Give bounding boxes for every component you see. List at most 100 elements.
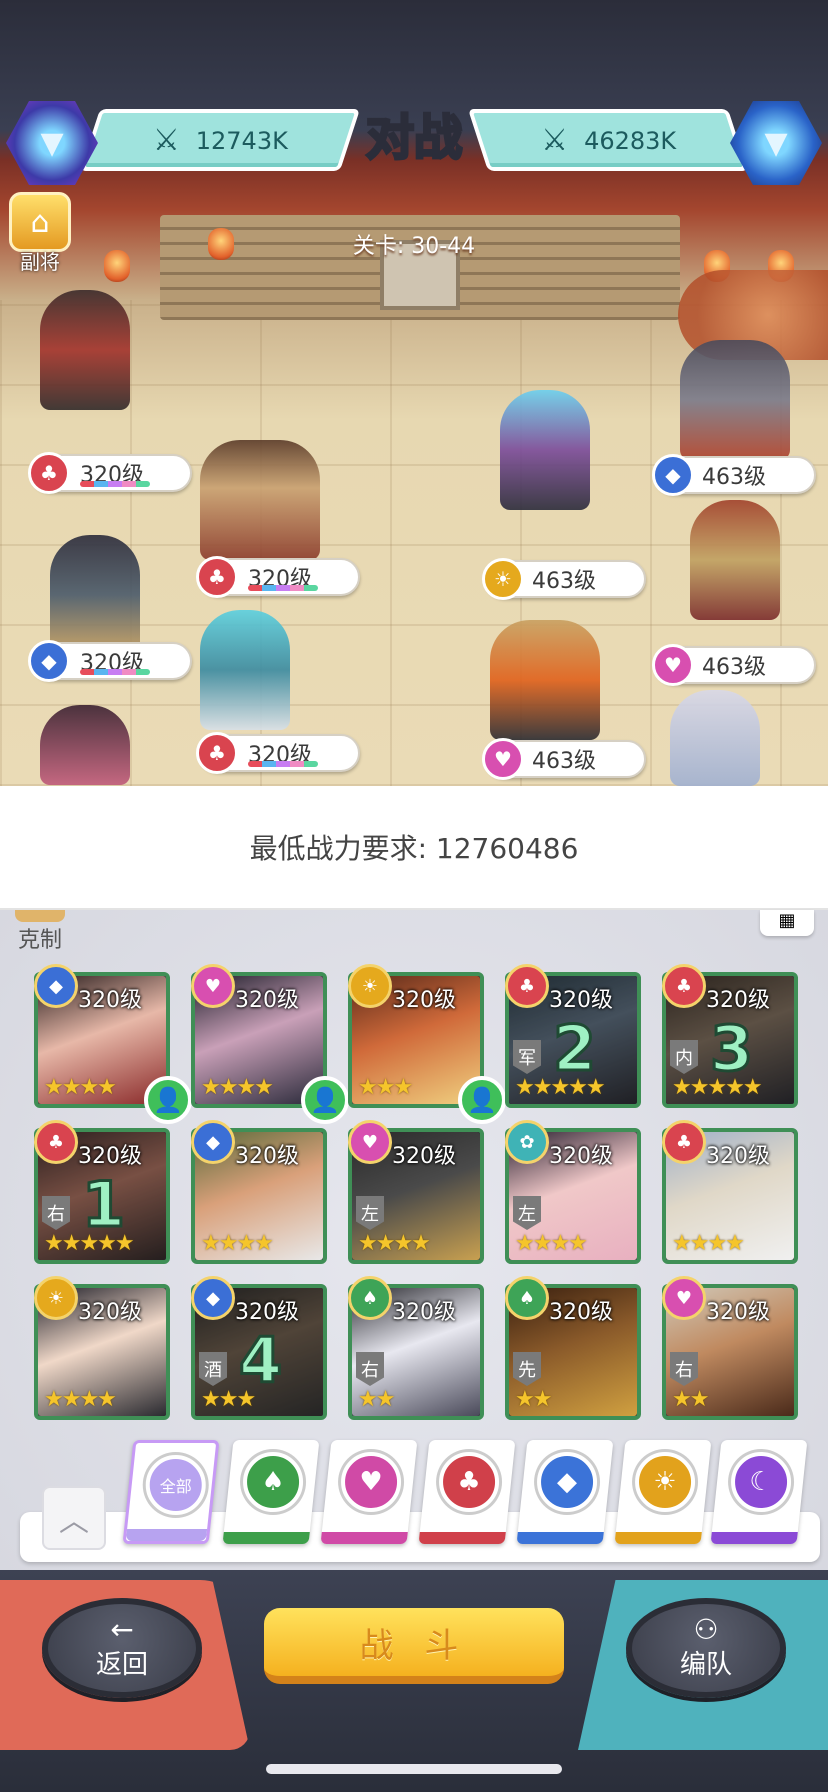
star-rating: ★★	[672, 1387, 709, 1412]
filter-tab-yellow[interactable]: ☀	[614, 1440, 712, 1544]
hero-card-level: 320级	[78, 1300, 142, 1325]
yellow-faction-icon: ☀	[34, 1276, 78, 1320]
enemy-level-badge: ☀ 463级	[482, 558, 646, 600]
star-rating: ★★	[515, 1387, 552, 1412]
right-hero-figure[interactable]	[680, 340, 790, 460]
hero-card[interactable]: ◆ 320级 ★★★★	[191, 1120, 327, 1264]
hero-card[interactable]: ♣ 320级内 3 ★★★★★	[662, 964, 798, 1108]
left-hero-figure[interactable]	[200, 440, 320, 560]
left-hero-figure[interactable]	[40, 290, 130, 410]
filter-color-strip	[222, 1532, 310, 1544]
star-rating: ★★★★	[672, 1231, 745, 1256]
fight-button[interactable]: 战 斗	[264, 1608, 564, 1684]
hero-card[interactable]: ♣ 320级军 2 ★★★★★	[505, 964, 641, 1108]
filter-tab-pink[interactable]: ♥	[320, 1440, 418, 1544]
friend-icon[interactable]: 👤	[301, 1076, 349, 1124]
star-rating: ★★★★	[44, 1075, 117, 1100]
team-formation-button[interactable]: ⚇ 编队	[626, 1598, 786, 1698]
left-team-emblem-icon: ▼	[6, 101, 98, 185]
yellow-faction-icon: ☀	[348, 964, 392, 1008]
hero-card[interactable]: ♠ 320级先 ★★	[505, 1276, 641, 1420]
hero-card[interactable]: ♥ 320级左 ★★★★	[348, 1120, 484, 1264]
star-rating: ★★★★★	[44, 1231, 135, 1256]
hero-card[interactable]: ◆ 320级酒 4 ★★★	[191, 1276, 327, 1420]
hero-hp-bar	[80, 669, 150, 675]
hero-level-badge: ♣ 320级	[196, 556, 360, 598]
hero-card[interactable]: ♣ 320级 ★★★★	[662, 1120, 798, 1264]
hero-card-level: 320级	[706, 1300, 770, 1325]
hero-card-level: 320级	[392, 988, 456, 1013]
back-label: 返回	[95, 1649, 148, 1680]
yellow-faction-icon: ☀	[635, 1452, 696, 1512]
star-rating: ★★★★	[201, 1075, 274, 1100]
enemy-level-badge: ♥ 463级	[652, 644, 816, 686]
left-hero-figure[interactable]	[50, 535, 140, 655]
filter-color-strip	[418, 1532, 506, 1544]
right-power-panel: ⚔ 46283K	[467, 109, 749, 171]
hero-card[interactable]: ♥ 320级右 ★★	[662, 1276, 798, 1420]
red-faction-icon: ♣	[505, 964, 549, 1008]
friend-icon[interactable]: 👤	[458, 1076, 506, 1124]
green-faction-icon: ♠	[348, 1276, 392, 1320]
grid-icon: ▦	[778, 910, 796, 931]
filter-color-strip	[320, 1532, 408, 1544]
hero-card-level: 320级	[706, 988, 770, 1013]
red-faction-icon: ♣	[34, 1120, 78, 1164]
right-hero-figure[interactable]	[500, 390, 590, 510]
team-icon: ⚇	[693, 1612, 719, 1646]
pink-faction-icon: ♥	[662, 1276, 706, 1320]
hero-hp-bar	[248, 585, 318, 591]
star-rating: ★★★	[358, 1075, 413, 1100]
hero-card[interactable]: ◆ 320级 ★★★★ 👤	[34, 964, 192, 1124]
diamond-faction-icon: ◆	[652, 454, 694, 496]
hero-card[interactable]: ♠ 320级右 ★★	[348, 1276, 484, 1420]
right-hero-figure[interactable]	[690, 500, 780, 620]
counter-icon	[15, 910, 65, 922]
left-hero-figure[interactable]	[40, 705, 130, 785]
deputy-general-button[interactable]: ⌂ 副将	[8, 192, 72, 278]
hero-card-level: 320级	[235, 988, 299, 1013]
green-faction-icon: ♠	[243, 1452, 304, 1512]
filter-tab-all[interactable]: 全部	[122, 1440, 220, 1544]
filter-tab-blue[interactable]: ◆	[516, 1440, 614, 1544]
right-hero-figure[interactable]	[670, 690, 760, 786]
counter-button[interactable]: 克制	[10, 910, 70, 954]
filter-tab-green[interactable]: ♠	[222, 1440, 320, 1544]
green-faction-icon: ♠	[505, 1276, 549, 1320]
counter-label: 克制	[17, 928, 62, 953]
blue-faction-icon: ◆	[537, 1452, 598, 1512]
blue-faction-icon: ◆	[191, 1276, 235, 1320]
red-faction-icon: ♣	[662, 964, 706, 1008]
sun-faction-icon: ☀	[482, 558, 524, 600]
hero-card-level: 320级	[549, 1144, 613, 1169]
filter-tab-purple[interactable]: ☾	[710, 1440, 808, 1544]
home-indicator[interactable]	[266, 1764, 562, 1774]
back-button[interactable]: ← 返回	[42, 1598, 202, 1698]
right-hero-figure[interactable]	[490, 620, 600, 740]
grid-view-button[interactable]: ▦	[760, 910, 814, 936]
filter-color-strip	[125, 1529, 208, 1541]
hero-card-level: 320级	[549, 1300, 613, 1325]
friend-icon[interactable]: 👤	[144, 1076, 192, 1124]
hero-card[interactable]: ☀ 320级 ★★★ 👤	[348, 964, 506, 1124]
collapse-button[interactable]: ︿	[42, 1486, 106, 1550]
hero-card[interactable]: ✿ 320级左 ★★★★	[505, 1120, 641, 1264]
hero-card[interactable]: ♥ 320级 ★★★★ 👤	[191, 964, 349, 1124]
crossed-swords-icon: ⚔	[540, 122, 568, 158]
left-hero-figure[interactable]	[200, 610, 290, 730]
hero-card[interactable]: ♣ 320级右 1 ★★★★★	[34, 1120, 170, 1264]
hero-card-level: 320级	[235, 1144, 299, 1169]
left-power-value: 12743K	[195, 126, 288, 154]
filter-tab-red[interactable]: ♣	[418, 1440, 516, 1544]
hero-card-level: 320级	[235, 1300, 299, 1325]
enemy-level-badge: ♥ 463级	[482, 738, 646, 780]
arrow-left-icon: ←	[110, 1612, 134, 1646]
hero-card-level: 320级	[549, 988, 613, 1013]
star-rating: ★★	[358, 1387, 395, 1412]
pink-faction-icon: ♥	[348, 1120, 392, 1164]
hero-hp-bar	[80, 481, 150, 487]
hero-card-level: 320级	[78, 1144, 142, 1169]
hero-card[interactable]: ☀ 320级 ★★★★	[34, 1276, 170, 1420]
pink-faction-icon: ♥	[191, 964, 235, 1008]
hero-level-badge: ◆ 320级	[28, 640, 192, 682]
